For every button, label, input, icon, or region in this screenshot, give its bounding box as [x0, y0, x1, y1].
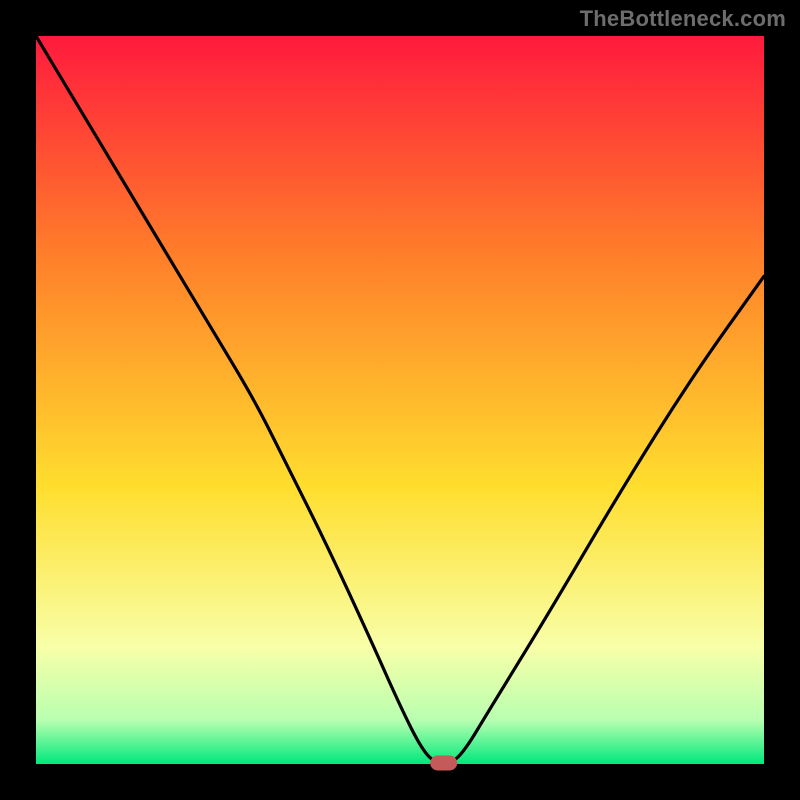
plot-background [36, 36, 764, 764]
bottleneck-plot [0, 0, 800, 800]
chart-frame: TheBottleneck.com [0, 0, 800, 800]
optimum-marker [431, 756, 457, 770]
